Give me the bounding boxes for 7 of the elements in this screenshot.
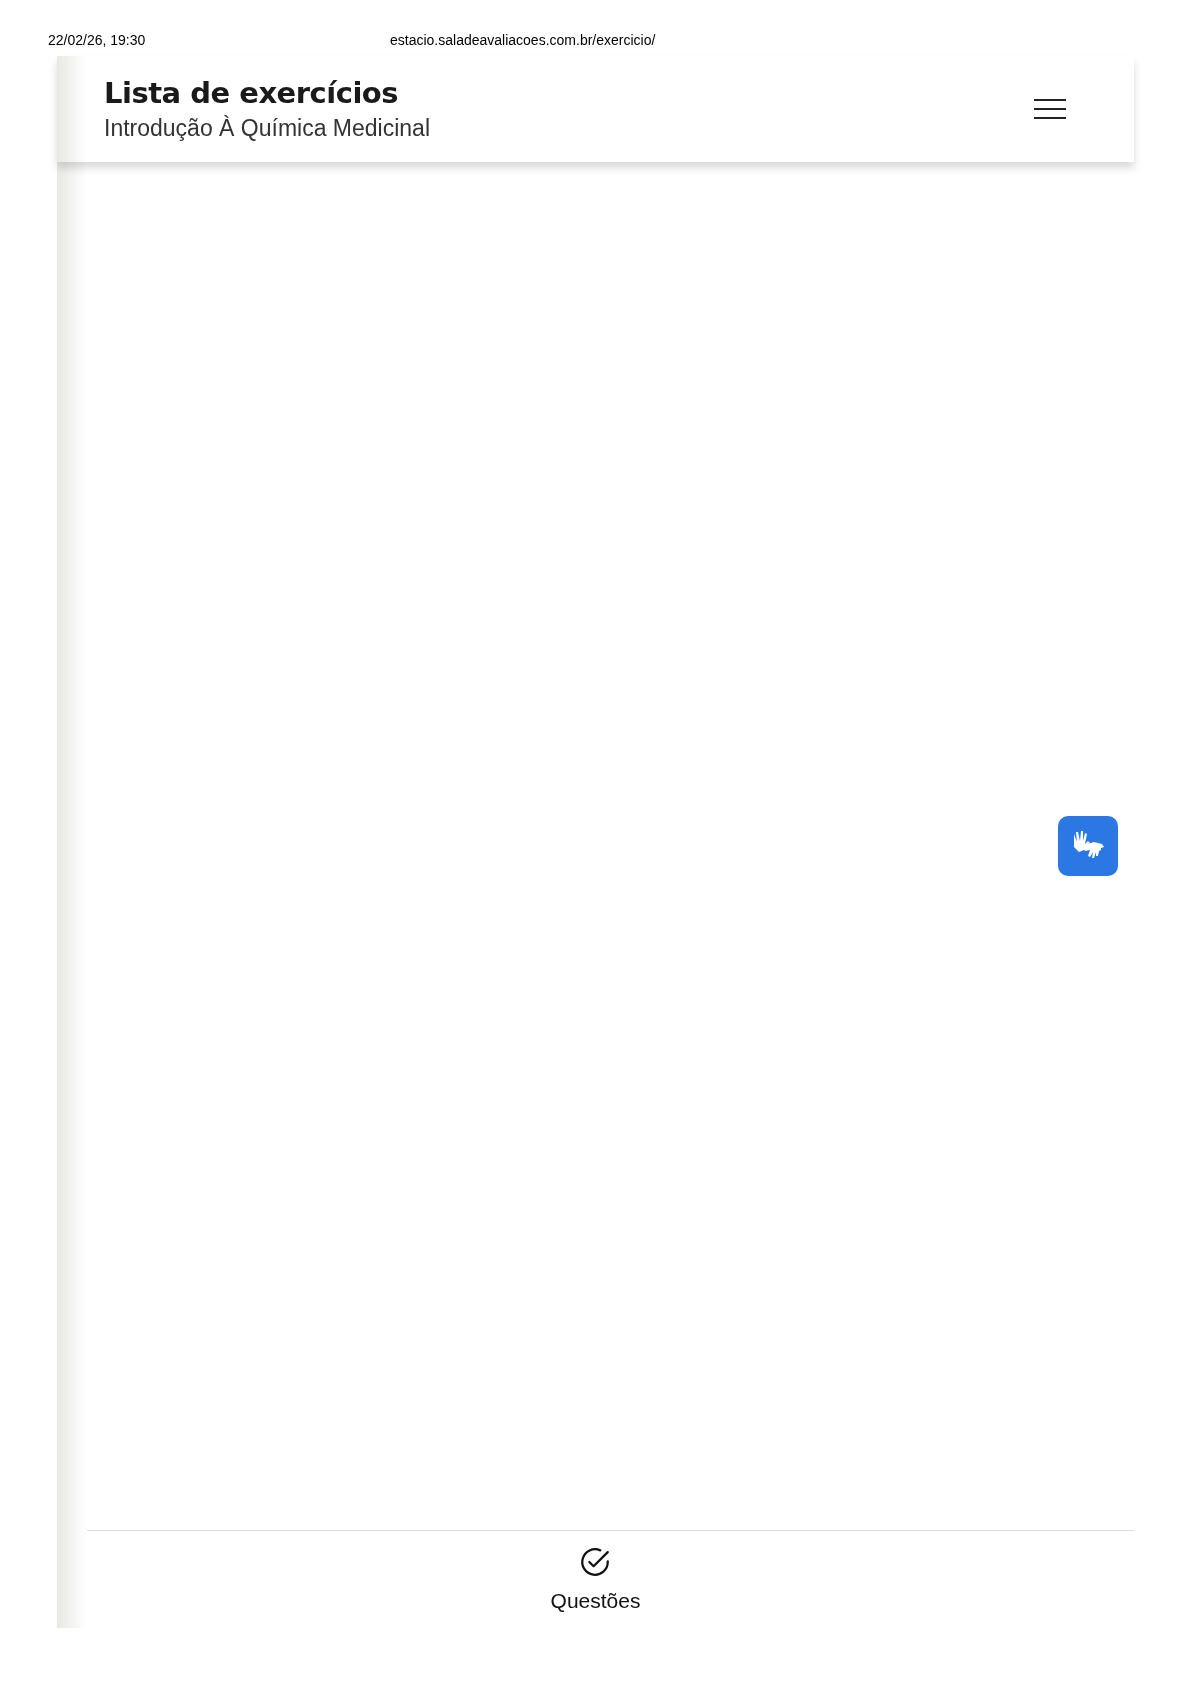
print-date: 22/02/26, 19:30 [48,31,147,50]
sign-language-button[interactable] [1058,816,1118,876]
page-title: Lista de exercícios [104,75,400,112]
page-subtitle: Introdução À Química Medicinal [104,114,430,143]
questions-tab[interactable]: Questões [550,1545,641,1617]
menu-icon[interactable] [1034,97,1066,121]
page-url: estacio.saladeavaliacoes.com.br/exercicio/ [390,31,656,50]
